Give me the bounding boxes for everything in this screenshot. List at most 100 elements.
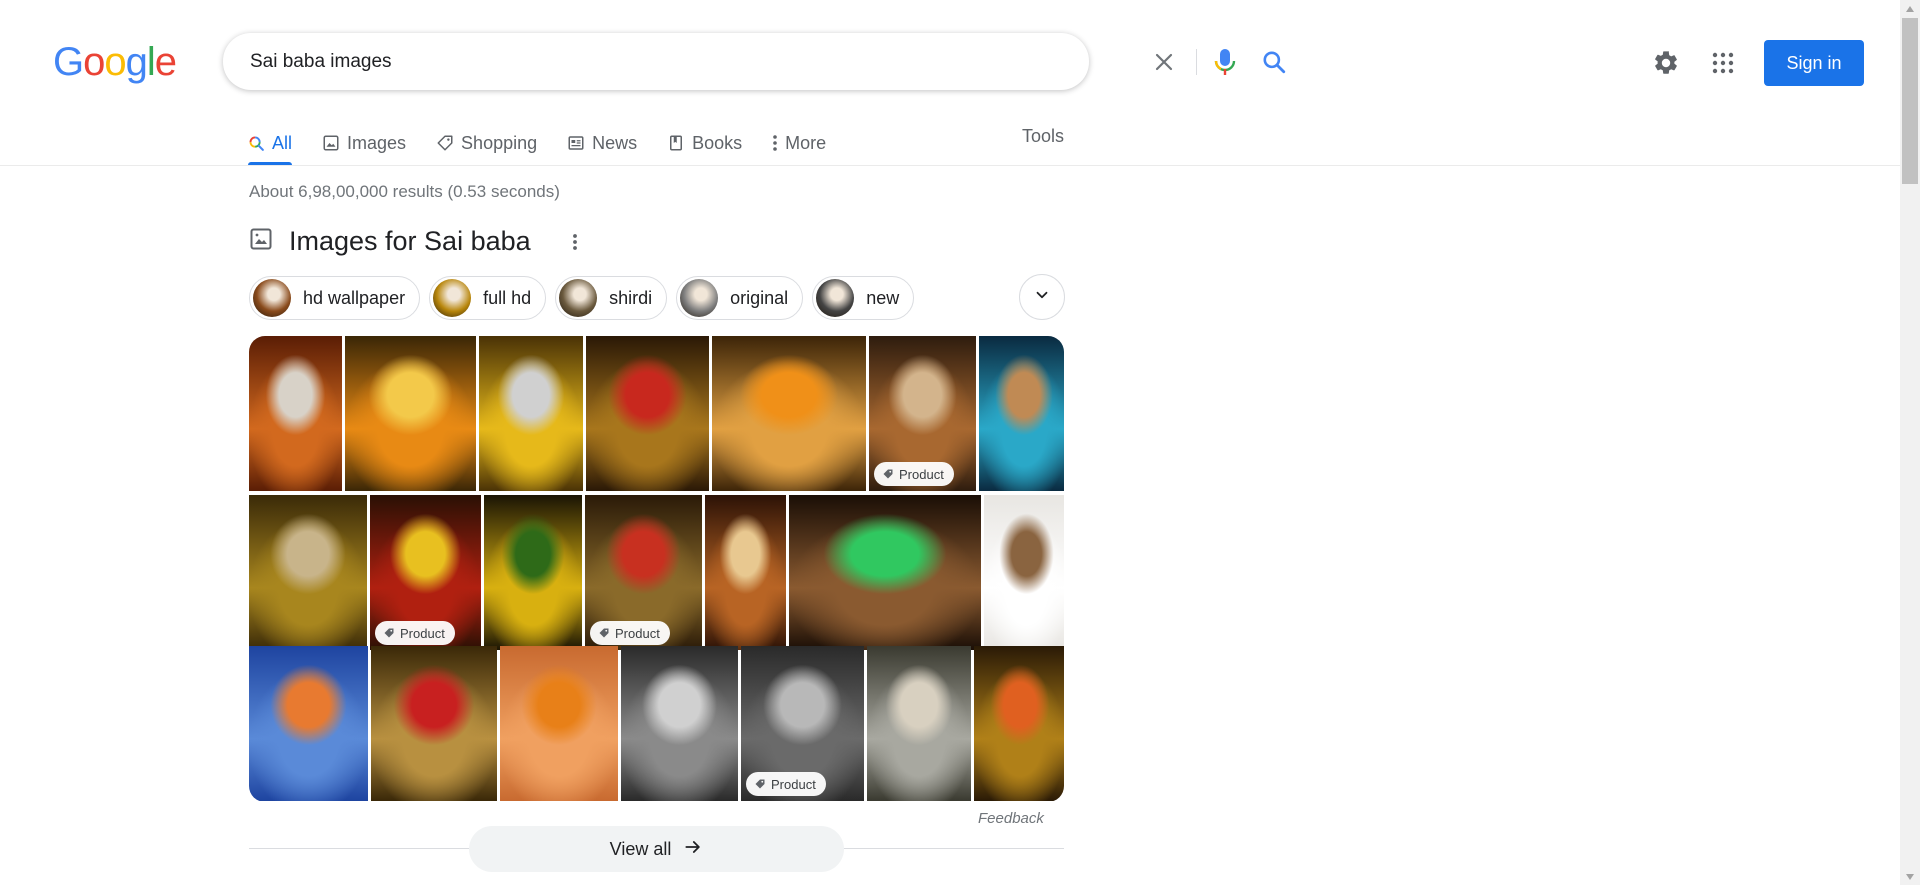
tools-button[interactable]: Tools [1022, 126, 1064, 147]
tag-icon [755, 779, 765, 789]
image-result-thumbnail[interactable] [621, 646, 738, 801]
chip-thumbnail [559, 279, 598, 317]
search-divider [1196, 49, 1197, 75]
expand-chips-button[interactable] [1019, 274, 1065, 320]
image-result-thumbnail[interactable]: Product [585, 495, 702, 650]
tab-all[interactable]: All [248, 123, 293, 165]
logo-letter: o [104, 40, 126, 84]
image-result-thumbnail[interactable] [789, 495, 981, 650]
scroll-down-arrow-icon[interactable] [1900, 868, 1920, 885]
tab-label: News [592, 132, 638, 153]
image-suggestion-chips: hd wallpaper full hd shirdi original new [249, 276, 923, 320]
image-result-thumbnail[interactable]: Product [370, 495, 481, 650]
image-result-thumbnail[interactable] [712, 336, 866, 491]
suggestion-chip[interactable]: full hd [429, 276, 547, 320]
tab-label: All [272, 132, 293, 153]
microphone-icon[interactable] [1210, 47, 1240, 77]
logo-letter: l [146, 40, 156, 84]
search-icon [248, 135, 265, 152]
google-logo[interactable]: Google [53, 40, 177, 85]
image-result-thumbnail[interactable]: Product [741, 646, 864, 801]
tab-books[interactable]: Books [667, 123, 742, 163]
settings-gear-icon[interactable] [1646, 43, 1686, 83]
more-vert-icon [772, 134, 778, 152]
product-badge-label: Product [615, 625, 660, 641]
images-section-title: Images for Sai baba [289, 226, 531, 256]
chip-thumbnail [253, 279, 291, 317]
product-badge: Product [590, 621, 670, 645]
view-all-button[interactable]: View all [469, 826, 844, 872]
news-icon [567, 134, 585, 152]
images-section-header: Images for Sai baba [249, 226, 531, 257]
logo-letter: e [154, 40, 177, 84]
result-stats: About 6,98,00,000 results (0.53 seconds) [249, 182, 560, 201]
image-result-thumbnail[interactable] [974, 646, 1064, 801]
logo-letter: o [83, 40, 105, 84]
tab-news[interactable]: News [567, 123, 637, 163]
image-icon [322, 134, 340, 152]
apps-grid-icon[interactable] [1703, 43, 1743, 83]
image-result-thumbnail[interactable] [984, 495, 1064, 650]
tab-label: Shopping [461, 132, 538, 153]
image-result-thumbnail[interactable] [586, 336, 709, 491]
tag-icon [436, 134, 454, 152]
tag-icon [384, 628, 394, 638]
image-result-thumbnail[interactable] [371, 646, 497, 801]
chip-label: new [866, 287, 900, 308]
chip-thumbnail [680, 279, 719, 317]
image-row: Product Product [249, 495, 1064, 650]
header-divider [0, 165, 1900, 166]
chip-thumbnail [816, 279, 855, 317]
google-search-results-page: Google Sign in [0, 0, 1920, 885]
tab-label: Images [347, 132, 407, 153]
image-result-thumbnail[interactable] [249, 495, 367, 650]
image-result-thumbnail[interactable] [500, 646, 618, 801]
view-all-label: View all [609, 838, 672, 859]
chip-label: shirdi [609, 287, 653, 308]
image-result-thumbnail[interactable] [249, 646, 368, 801]
product-badge: Product [746, 772, 826, 796]
image-results-grid: Product Product Product Product [249, 336, 1064, 802]
suggestion-chip[interactable]: shirdi [555, 276, 668, 320]
image-result-thumbnail[interactable]: Product [869, 336, 976, 491]
scroll-up-arrow-icon[interactable] [1900, 0, 1920, 17]
search-input[interactable] [250, 33, 910, 90]
product-badge: Product [375, 621, 455, 645]
chip-label: original [730, 287, 789, 308]
more-options-icon[interactable] [565, 230, 585, 254]
image-result-thumbnail[interactable] [979, 336, 1064, 491]
tab-shopping[interactable]: Shopping [436, 123, 537, 163]
chip-label: full hd [483, 287, 532, 308]
product-badge-label: Product [771, 776, 816, 792]
tab-images[interactable]: Images [322, 123, 406, 163]
search-tabs: All Images Shopping News Books More [248, 123, 856, 165]
suggestion-chip[interactable]: hd wallpaper [249, 276, 421, 320]
tag-icon [599, 628, 609, 638]
image-row: Product [249, 646, 1064, 801]
product-badge-label: Product [400, 625, 445, 641]
image-result-thumbnail[interactable] [345, 336, 476, 491]
suggestion-chip[interactable]: new [812, 276, 915, 320]
arrow-right-icon [671, 837, 703, 862]
sign-in-button[interactable]: Sign in [1764, 40, 1864, 86]
tab-more[interactable]: More [772, 123, 826, 163]
image-result-thumbnail[interactable] [479, 336, 583, 491]
book-icon [667, 134, 685, 152]
clear-icon[interactable] [1149, 47, 1179, 77]
chevron-down-icon [1033, 286, 1051, 309]
tab-label: More [785, 132, 827, 153]
tag-icon [883, 469, 893, 479]
image-icon [249, 227, 273, 256]
search-icon[interactable] [1259, 47, 1289, 77]
image-result-thumbnail[interactable] [484, 495, 582, 650]
chip-label: hd wallpaper [303, 287, 406, 308]
tab-label: Books [692, 132, 743, 153]
feedback-link[interactable]: Feedback [978, 810, 1044, 827]
image-result-thumbnail[interactable] [705, 495, 786, 650]
chip-thumbnail [433, 279, 472, 317]
image-result-thumbnail[interactable] [867, 646, 971, 801]
scrollbar-thumb[interactable] [1902, 18, 1918, 184]
image-row: Product [249, 336, 1064, 491]
suggestion-chip[interactable]: original [676, 276, 804, 320]
image-result-thumbnail[interactable] [249, 336, 342, 491]
